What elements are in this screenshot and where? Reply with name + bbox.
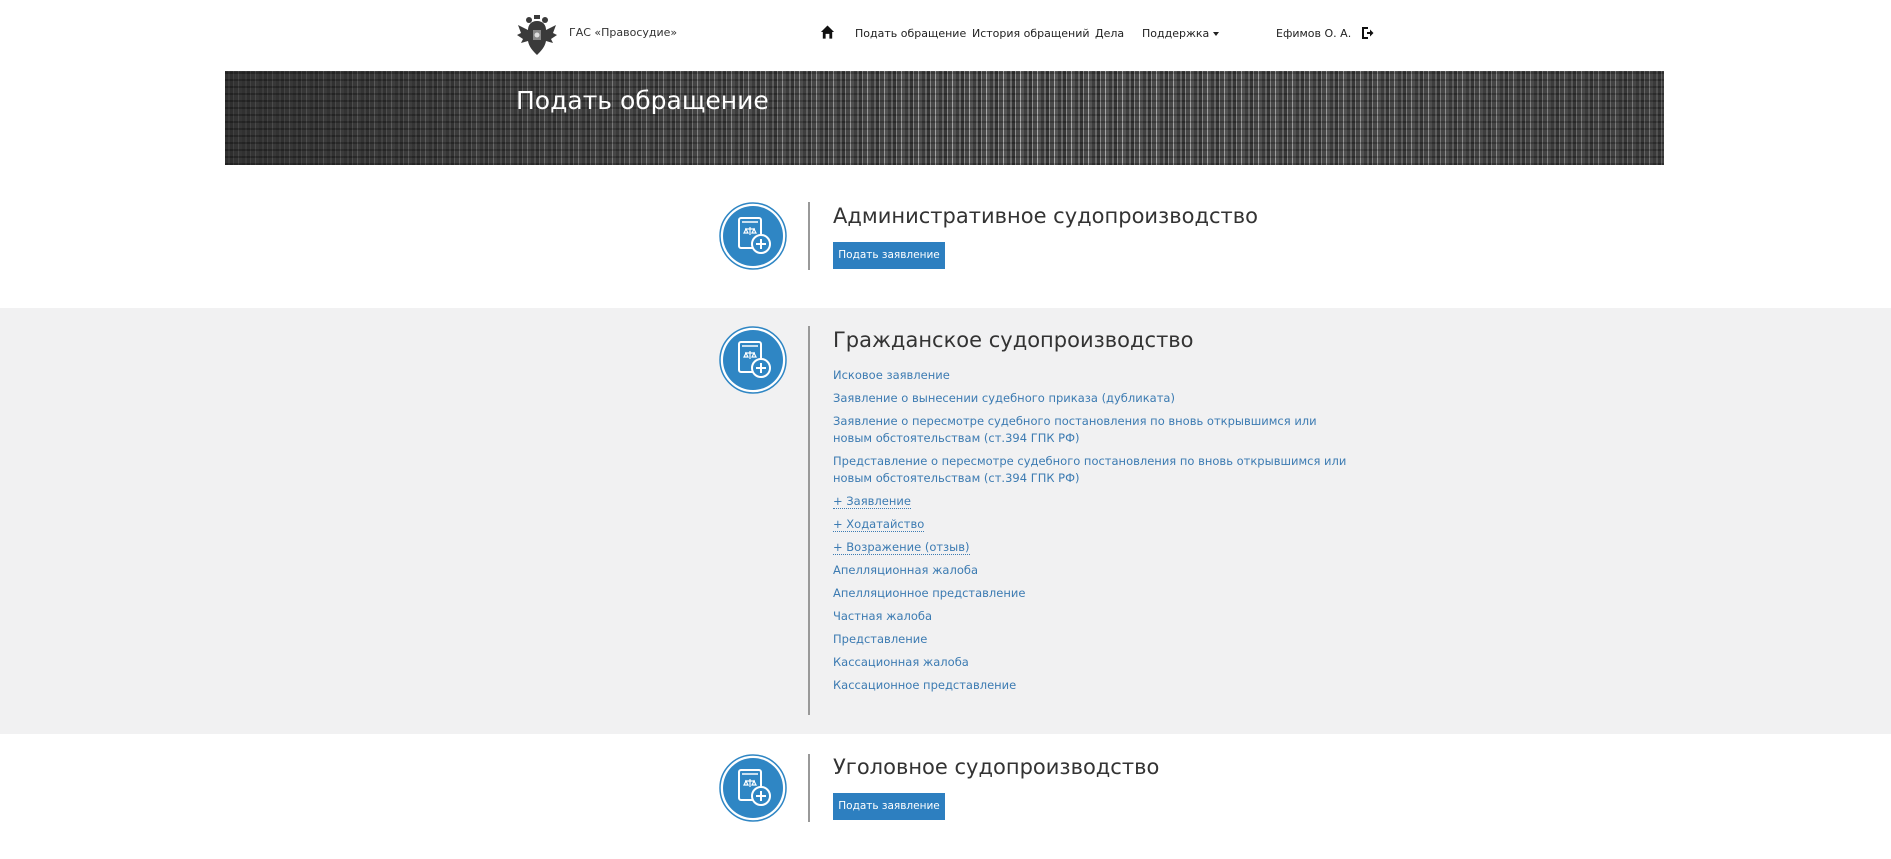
civil-links-list: Исковое заявление Заявление о вынесении … (833, 367, 1353, 700)
expand-objection[interactable]: + Возражение (отзыв) (833, 539, 1353, 556)
user-name[interactable]: Ефимов О. А. (1276, 27, 1351, 40)
nav-submit-request[interactable]: Подать обращение (855, 27, 966, 40)
section-divider (808, 754, 810, 822)
link-cassation-complaint[interactable]: Кассационная жалоба (833, 654, 1353, 671)
expand-motion[interactable]: + Ходатайство (833, 516, 1353, 533)
hero-banner (225, 71, 1664, 165)
expand-objection-label: + Возражение (отзыв) (833, 540, 970, 555)
caret-down-icon (1213, 32, 1220, 36)
link-cassation-submission[interactable]: Кассационное представление (833, 677, 1353, 694)
submit-application-button[interactable]: Подать заявление (833, 242, 945, 269)
section-title: Уголовное судопроизводство (833, 755, 1160, 779)
document-plus-icon (719, 326, 787, 394)
section-divider (808, 202, 810, 270)
section-criminal: Уголовное судопроизводство Подать заявле… (0, 734, 1891, 859)
section-title: Административное судопроизводство (833, 204, 1258, 228)
link-claim-statement[interactable]: Исковое заявление (833, 367, 1353, 384)
link-appeal[interactable]: Апелляционная жалоба (833, 562, 1353, 579)
section-civil: Гражданское судопроизводство Исковое зая… (0, 308, 1891, 734)
main-nav: Подать обращение История обращений Дела … (0, 24, 1891, 44)
link-private-complaint[interactable]: Частная жалоба (833, 608, 1353, 625)
nav-support-dropdown[interactable]: Поддержка (1142, 27, 1220, 40)
page-title: Подать обращение (516, 86, 769, 115)
link-appeal-submission[interactable]: Апелляционное представление (833, 585, 1353, 602)
logout-icon[interactable] (1360, 26, 1374, 40)
expand-motion-label: + Ходатайство (833, 517, 925, 532)
link-review-application[interactable]: Заявление о пересмотре судебного постано… (833, 413, 1353, 447)
expand-application-label: + Заявление (833, 494, 911, 509)
nav-cases[interactable]: Дела (1095, 27, 1124, 40)
link-review-submission[interactable]: Представление о пересмотре судебного пос… (833, 453, 1353, 487)
section-divider (808, 326, 810, 715)
submit-application-button[interactable]: Подать заявление (833, 793, 945, 820)
document-plus-icon (719, 202, 787, 270)
home-icon[interactable] (820, 24, 835, 40)
document-plus-icon (719, 754, 787, 822)
link-court-order-application[interactable]: Заявление о вынесении судебного приказа … (833, 390, 1353, 407)
section-title: Гражданское судопроизводство (833, 328, 1194, 352)
nav-request-history[interactable]: История обращений (972, 27, 1090, 40)
section-administrative: Административное судопроизводство Подать… (0, 165, 1891, 308)
nav-support-label: Поддержка (1142, 27, 1210, 40)
link-submission[interactable]: Представление (833, 631, 1353, 648)
expand-application[interactable]: + Заявление (833, 493, 1353, 510)
top-navbar: ГАС «Правосудие» Подать обращение Истори… (0, 0, 1891, 71)
